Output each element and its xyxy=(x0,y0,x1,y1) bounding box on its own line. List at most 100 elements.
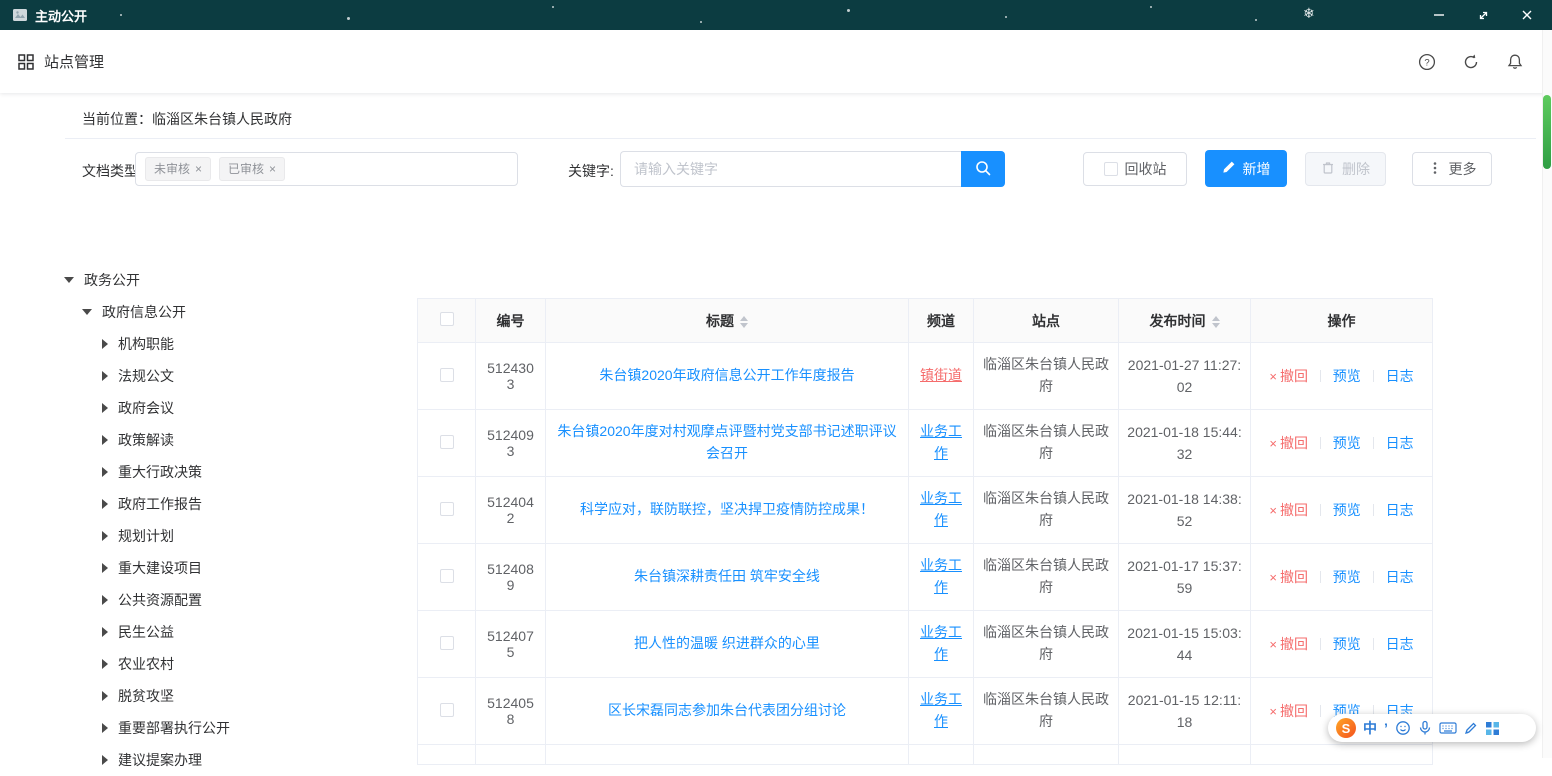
revoke-button[interactable]: ×撤回 xyxy=(1269,636,1308,652)
notification-bell-icon[interactable] xyxy=(1506,53,1524,71)
sogou-logo-icon[interactable]: S xyxy=(1336,718,1356,738)
revoke-button[interactable]: ×撤回 xyxy=(1269,368,1308,384)
channel-link[interactable]: 业务工作 xyxy=(920,624,962,662)
select-all-checkbox[interactable] xyxy=(440,312,454,326)
tree-node[interactable]: 法规公文 xyxy=(60,360,410,392)
add-button[interactable]: 新增 xyxy=(1205,150,1287,187)
app-header: 站点管理 ? xyxy=(0,30,1552,93)
tree-node[interactable]: 政府会议 xyxy=(60,392,410,424)
mic-icon[interactable] xyxy=(1418,720,1432,736)
row-checkbox[interactable] xyxy=(440,703,454,717)
divider xyxy=(1373,638,1374,650)
app-icon xyxy=(12,8,28,22)
site-name: 临淄区朱台镇人民政府 xyxy=(974,611,1119,678)
doc-type-label: 文档类型: xyxy=(82,161,142,181)
delete-button[interactable]: 删除 xyxy=(1305,152,1386,186)
publish-time: 2021-01-18 14:38:52 xyxy=(1119,477,1251,544)
tree-node[interactable]: 重要部署执行公开 xyxy=(60,712,410,744)
tree-node[interactable]: 民生公益 xyxy=(60,616,410,648)
preview-button[interactable]: 预览 xyxy=(1333,636,1361,652)
emoji-icon[interactable] xyxy=(1395,720,1411,736)
sort-icons[interactable] xyxy=(1212,316,1220,328)
caret-right-icon xyxy=(102,627,108,637)
tree-node-label: 建议提案办理 xyxy=(118,750,202,770)
recycle-bin-button[interactable]: 回收站 xyxy=(1083,152,1187,186)
help-icon[interactable]: ? xyxy=(1418,53,1436,71)
doc-title-link[interactable]: 朱台镇2020年政府信息公开工作年度报告 xyxy=(599,367,854,383)
minimize-button[interactable] xyxy=(1430,6,1448,24)
site-name: 临淄区朱台镇人民政府 xyxy=(974,410,1119,477)
doc-type-filter[interactable]: 未审核 × 已审核 × xyxy=(135,152,518,186)
tree-node[interactable]: 规划计划 xyxy=(60,520,410,552)
preview-button[interactable]: 预览 xyxy=(1333,502,1361,518)
doc-title-link[interactable]: 朱台镇深耕责任田 筑牢安全线 xyxy=(634,568,820,584)
keyword-input[interactable] xyxy=(620,151,961,187)
ime-lang-toggle[interactable]: 中 xyxy=(1363,718,1377,738)
snow-dot xyxy=(120,14,122,16)
channel-link[interactable]: 业务工作 xyxy=(920,557,962,595)
maximize-button[interactable] xyxy=(1474,6,1492,24)
refresh-icon[interactable] xyxy=(1462,53,1480,71)
filter-tag: 已审核 × xyxy=(219,157,285,181)
toolbox-grid-icon[interactable] xyxy=(1485,721,1500,736)
channel-link[interactable]: 业务工作 xyxy=(920,423,962,461)
close-button[interactable] xyxy=(1518,6,1536,24)
delete-label: 删除 xyxy=(1342,159,1370,179)
row-checkbox-cell xyxy=(418,410,476,477)
tree-node[interactable]: 政府工作报告 xyxy=(60,488,410,520)
search-button[interactable] xyxy=(961,151,1005,187)
tree-node-group[interactable]: 政府信息公开 xyxy=(60,296,410,328)
preview-button[interactable]: 预览 xyxy=(1333,368,1361,384)
channel-link[interactable]: 镇街道 xyxy=(920,367,962,383)
keyboard-icon[interactable] xyxy=(1439,721,1457,735)
tree-node[interactable]: 脱贫攻坚 xyxy=(60,680,410,712)
channel-link[interactable]: 业务工作 xyxy=(920,490,962,528)
scrollbar-thumb[interactable] xyxy=(1543,95,1551,169)
scrollbar-track[interactable] xyxy=(1542,30,1552,758)
revoke-button[interactable]: ×撤回 xyxy=(1269,435,1308,451)
sort-icons[interactable] xyxy=(740,316,748,328)
tag-close-icon[interactable]: × xyxy=(269,158,276,180)
log-button[interactable]: 日志 xyxy=(1386,636,1414,652)
log-button[interactable]: 日志 xyxy=(1386,569,1414,585)
tree-node[interactable]: 公共资源配置 xyxy=(60,584,410,616)
caret-right-icon xyxy=(102,339,108,349)
tree-node-root[interactable]: 政务公开 xyxy=(60,264,410,296)
recycle-checkbox[interactable] xyxy=(1104,162,1118,176)
tree-node[interactable]: 建议提案办理 xyxy=(60,744,410,776)
tree-node-label: 重大建设项目 xyxy=(118,558,202,578)
revoke-button[interactable]: ×撤回 xyxy=(1269,569,1308,585)
doc-title-link[interactable]: 区长宋磊同志参加朱台代表团分组讨论 xyxy=(608,702,846,718)
tree-node[interactable]: 重大行政决策 xyxy=(60,456,410,488)
snow-dot xyxy=(552,6,554,8)
more-button[interactable]: 更多 xyxy=(1412,152,1492,186)
log-button[interactable]: 日志 xyxy=(1386,435,1414,451)
row-checkbox-cell xyxy=(418,611,476,678)
log-button[interactable]: 日志 xyxy=(1386,502,1414,518)
revoke-button[interactable]: ×撤回 xyxy=(1269,502,1308,518)
doc-title-link[interactable]: 科学应对，联防联控，坚决捍卫疫情防控成果！ xyxy=(580,501,874,517)
filter-tag: 未审核 × xyxy=(145,157,211,181)
row-checkbox[interactable] xyxy=(440,569,454,583)
preview-button[interactable]: 预览 xyxy=(1333,435,1361,451)
tree-node[interactable]: 机构职能 xyxy=(60,328,410,360)
apps-grid-icon[interactable] xyxy=(18,54,34,70)
doc-title-link[interactable]: 把人性的温暖 织进群众的心里 xyxy=(634,635,820,651)
handwriting-icon[interactable] xyxy=(1464,721,1478,735)
log-button[interactable]: 日志 xyxy=(1386,368,1414,384)
publish-time: 2021-01-27 11:27:02 xyxy=(1119,343,1251,410)
tag-close-icon[interactable]: × xyxy=(195,158,202,180)
tree-node[interactable]: 政策解读 xyxy=(60,424,410,456)
row-checkbox[interactable] xyxy=(440,435,454,449)
row-checkbox[interactable] xyxy=(440,636,454,650)
tree-node[interactable]: 重大建设项目 xyxy=(60,552,410,584)
row-checkbox[interactable] xyxy=(440,368,454,382)
revoke-button[interactable]: ×撤回 xyxy=(1269,703,1308,719)
row-checkbox[interactable] xyxy=(440,502,454,516)
caret-right-icon xyxy=(102,403,108,413)
ime-punctuation-toggle[interactable]: ’ xyxy=(1384,720,1388,736)
doc-title-link[interactable]: 朱台镇2020年度对村观摩点评暨村党支部书记述职评议会召开 xyxy=(557,423,896,461)
channel-link[interactable]: 业务工作 xyxy=(920,691,962,729)
preview-button[interactable]: 预览 xyxy=(1333,569,1361,585)
tree-node[interactable]: 农业农村 xyxy=(60,648,410,680)
